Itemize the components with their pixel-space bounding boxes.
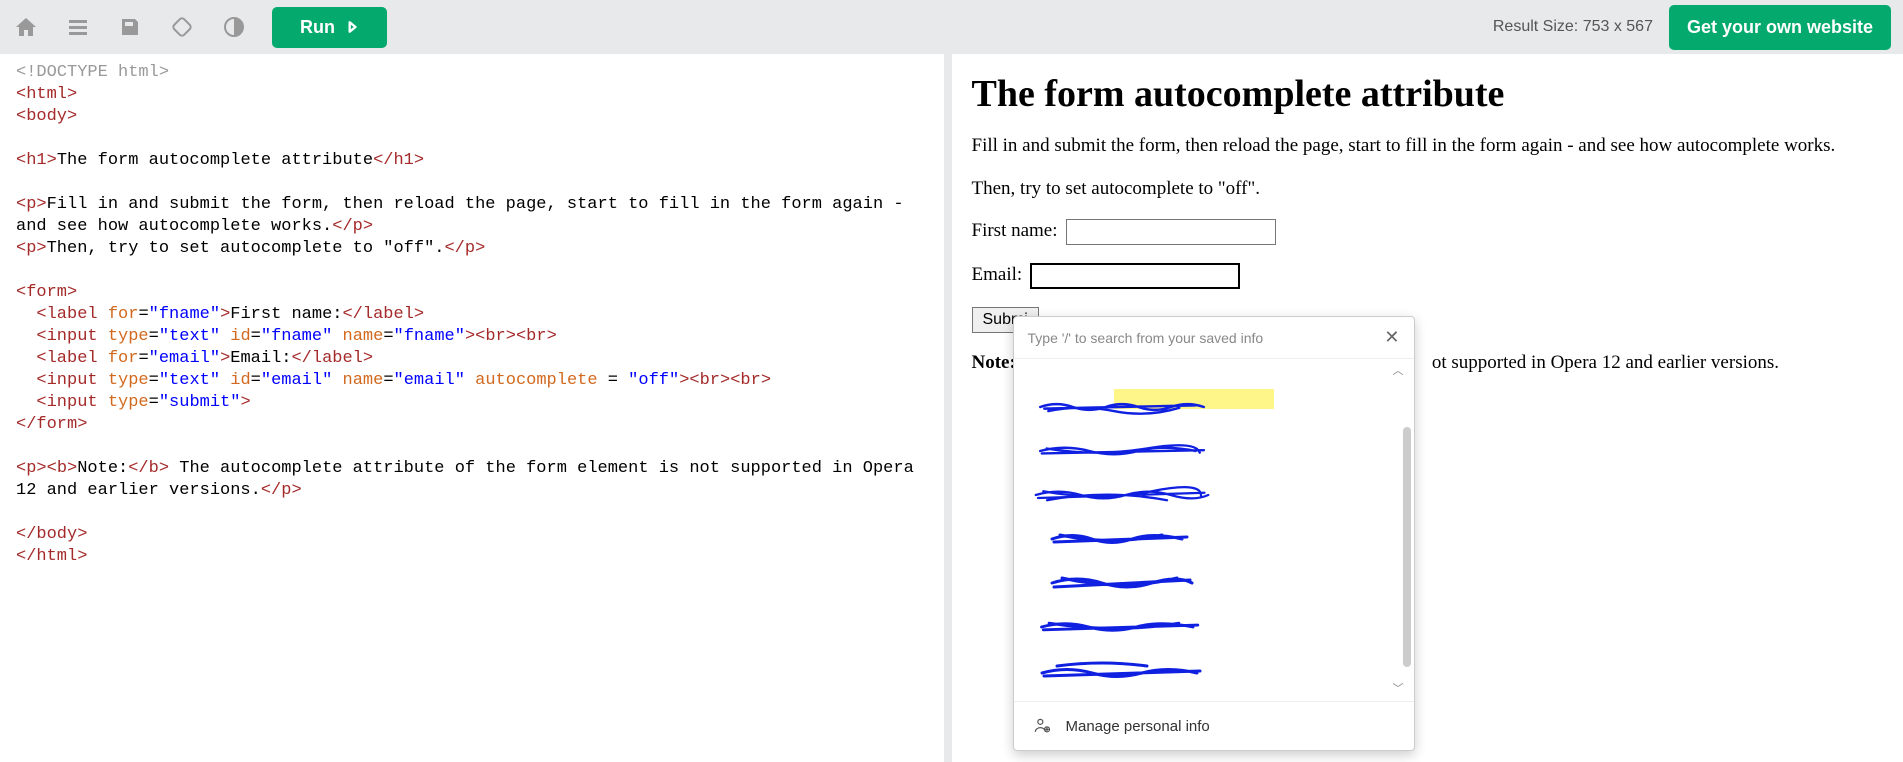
code-editor[interactable]: <!DOCTYPE html> <html> <body> <h1>The fo… [0,54,952,762]
fname-input[interactable] [1066,219,1276,245]
page-heading: The form autocomplete attribute [972,72,1884,116]
result-pane: The form autocomplete attribute Fill in … [952,54,1903,762]
autocomplete-header: Type '/' to search from your saved info … [1014,317,1414,359]
autocomplete-list [1014,379,1414,679]
email-row: Email: [972,263,1884,289]
manage-personal-info[interactable]: Manage personal info [1014,701,1414,750]
autocomplete-item[interactable] [1014,385,1414,429]
theme-icon[interactable] [220,13,248,41]
close-icon[interactable]: ✕ [1384,327,1399,348]
autocomplete-item[interactable] [1014,517,1414,561]
toolbar-left: Run [12,7,387,48]
toolbar-right: Result Size: 753 x 567 Get your own webs… [1493,5,1891,50]
fname-row: First name: [972,219,1884,245]
caret-up-icon[interactable]: ︿ [1393,365,1404,377]
autocomplete-item[interactable] [1014,429,1414,473]
home-icon[interactable] [12,13,40,41]
main-split: <!DOCTYPE html> <html> <body> <h1>The fo… [0,54,1903,762]
email-input[interactable] [1030,263,1240,289]
manage-label: Manage personal info [1066,718,1210,735]
scrollbar[interactable] [1403,427,1411,667]
run-label: Run [300,17,335,38]
autocomplete-item[interactable] [1014,561,1414,605]
autocomplete-hint: Type '/' to search from your saved info [1028,330,1377,346]
note-bold: Note: [972,352,1016,373]
fname-label: First name: [972,220,1058,241]
save-icon[interactable] [116,13,144,41]
autocomplete-item[interactable] [1014,473,1414,517]
toolbar: Run Result Size: 753 x 567 Get your own … [0,0,1903,54]
menu-icon[interactable] [64,13,92,41]
result-size-label: Result Size: 753 x 567 [1493,18,1653,36]
intro-paragraph-2: Then, try to set autocomplete to "off". [972,177,1884,202]
run-button[interactable]: Run [272,7,387,48]
person-icon [1032,716,1052,736]
get-website-button[interactable]: Get your own website [1669,5,1891,50]
email-label: Email: [972,264,1023,285]
autocomplete-item[interactable] [1014,649,1414,679]
autocomplete-item[interactable] [1014,605,1414,649]
intro-paragraph-1: Fill in and submit the form, then reload… [972,134,1884,159]
autocomplete-popup: Type '/' to search from your saved info … [1013,316,1415,751]
note-text-end: ot supported in Opera 12 and earlier ver… [1432,352,1779,373]
orientation-icon[interactable] [168,13,196,41]
caret-down-icon[interactable]: ﹀ [1393,683,1404,695]
chevron-right-icon [345,20,359,34]
